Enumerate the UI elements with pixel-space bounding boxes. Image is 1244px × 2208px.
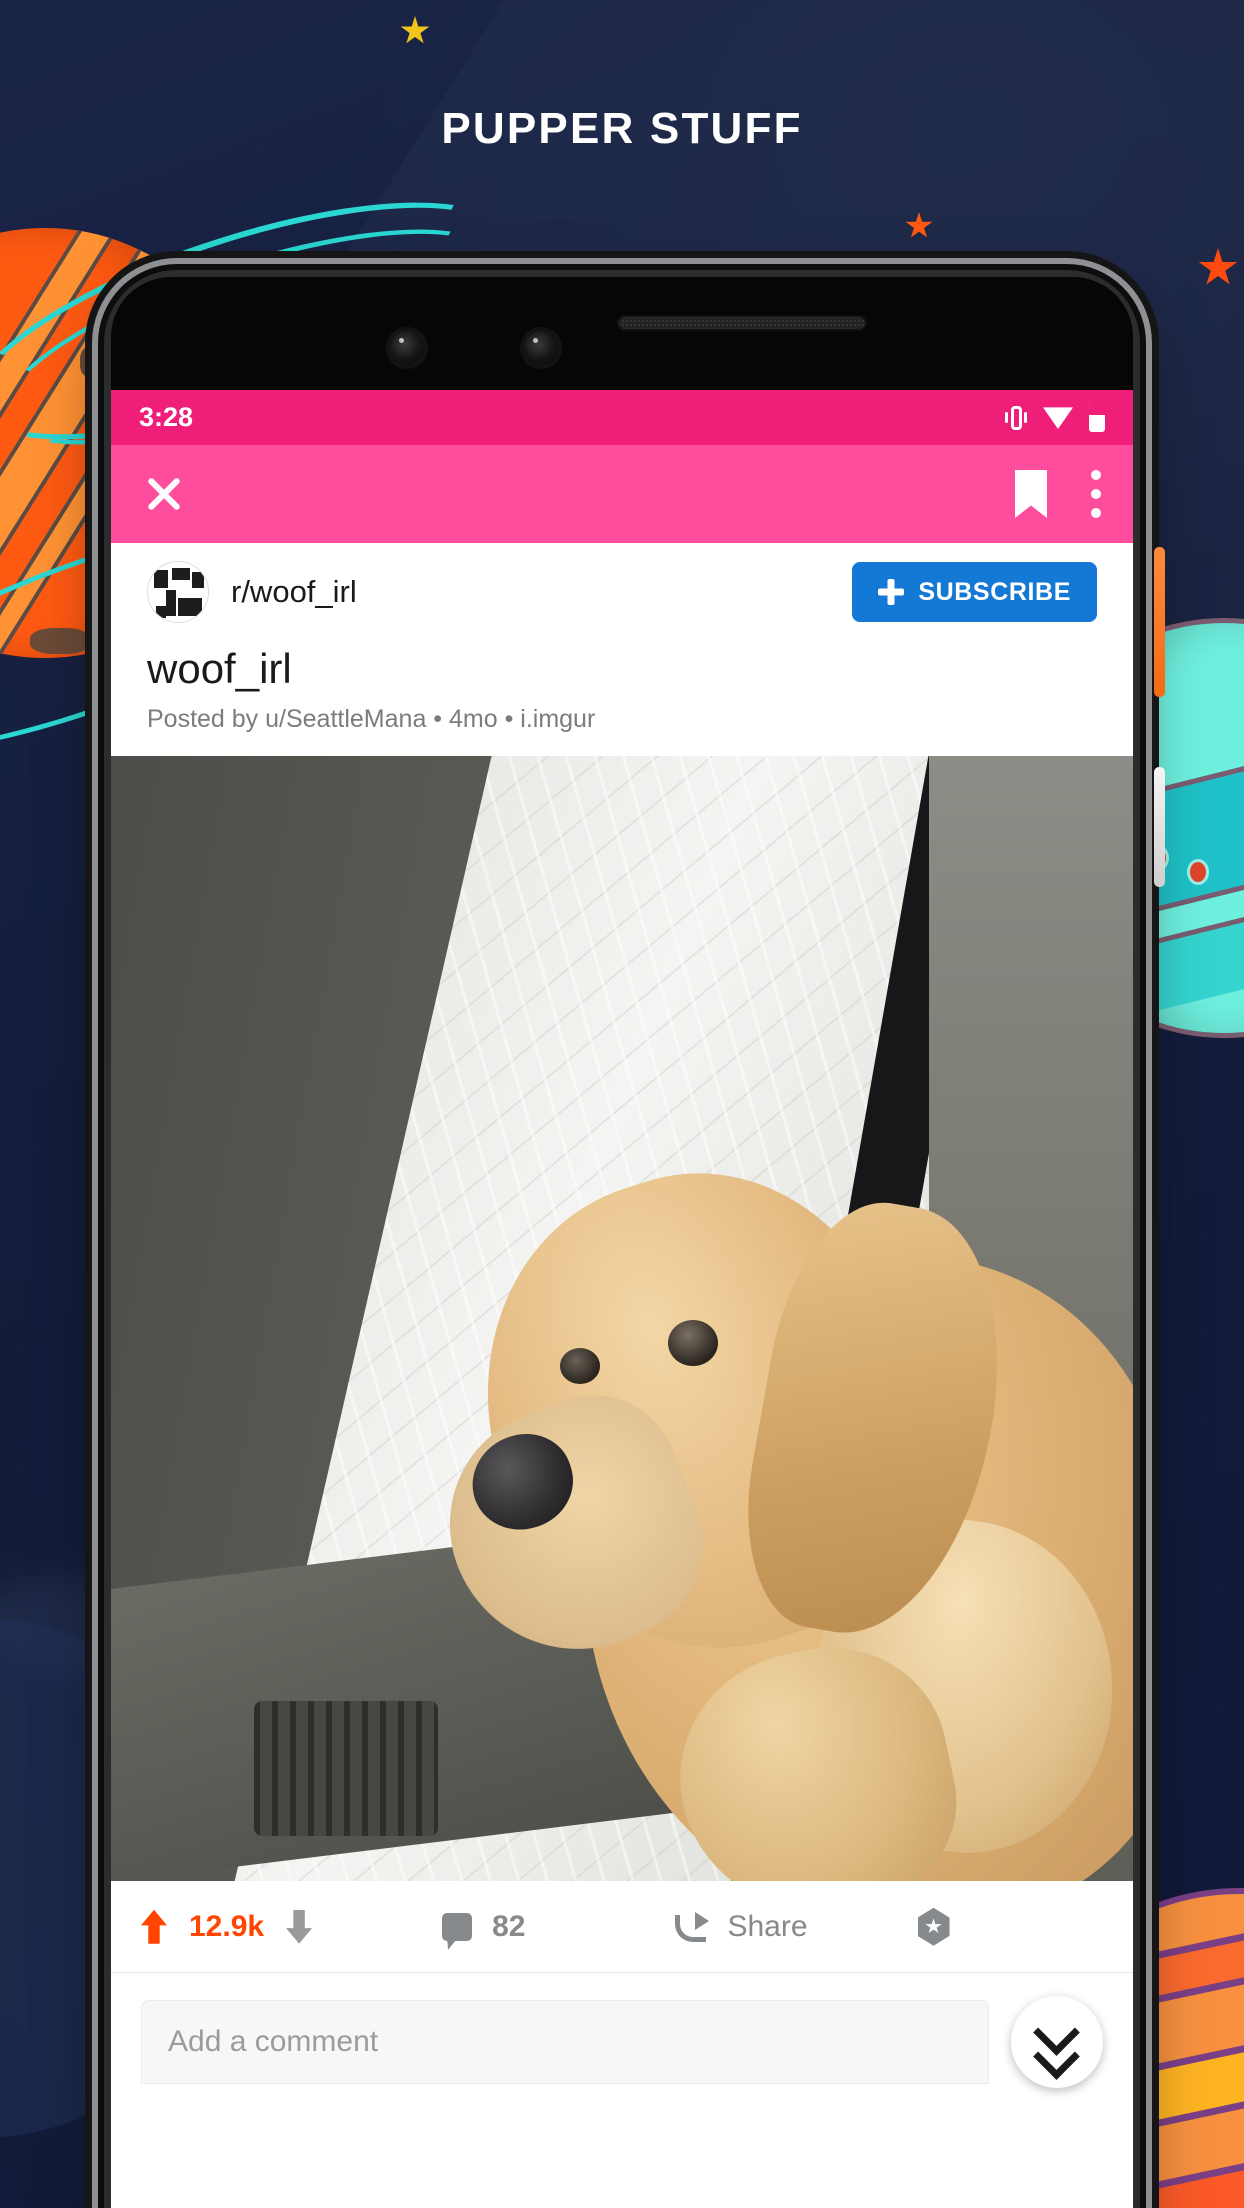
star-orange-top-right bbox=[905, 212, 933, 240]
power-button[interactable] bbox=[1154, 547, 1165, 697]
earpiece-speaker bbox=[617, 315, 867, 331]
award-button[interactable] bbox=[917, 1907, 950, 1946]
subreddit-row: r/woof_irl SUBSCRIBE bbox=[111, 543, 1133, 641]
award-star-icon bbox=[917, 1907, 950, 1946]
subscribe-button[interactable]: SUBSCRIBE bbox=[852, 562, 1097, 622]
vote-count: 12.9k bbox=[189, 1909, 265, 1943]
battery-icon bbox=[1089, 403, 1105, 432]
comment-bar: Add a comment bbox=[111, 1973, 1133, 2094]
share-button[interactable]: Share bbox=[675, 1909, 808, 1944]
app-toolbar bbox=[111, 445, 1133, 543]
post-action-bar: 12.9k 82 Share bbox=[111, 1881, 1133, 1974]
volume-button[interactable] bbox=[1154, 767, 1165, 887]
comment-icon bbox=[442, 1912, 473, 1941]
comment-count: 82 bbox=[492, 1909, 526, 1943]
downvote-button[interactable] bbox=[286, 1909, 313, 1944]
front-camera-icon bbox=[524, 331, 558, 365]
subscribe-button-label: SUBSCRIBE bbox=[918, 577, 1071, 606]
comment-input[interactable]: Add a comment bbox=[141, 2000, 989, 2085]
status-bar-icons bbox=[1005, 403, 1105, 432]
phone-device: 3:28 r/woof_irl SUBSCRIBE woof_irl Poste… bbox=[111, 277, 1165, 2208]
upvote-button[interactable] bbox=[141, 1909, 167, 1944]
plus-icon bbox=[878, 579, 904, 605]
downvote-arrow-icon bbox=[286, 1909, 313, 1944]
wifi-icon bbox=[1043, 407, 1073, 429]
vibrate-icon bbox=[1005, 404, 1027, 432]
bookmark-icon[interactable] bbox=[1015, 470, 1047, 518]
post-header: woof_irl Posted by u/SeattleMana • 4mo •… bbox=[111, 641, 1133, 757]
share-label: Share bbox=[727, 1909, 808, 1943]
subreddit-avatar[interactable] bbox=[147, 561, 209, 623]
front-camera-icon bbox=[390, 331, 424, 365]
comments-button[interactable]: 82 bbox=[442, 1910, 525, 1944]
overflow-menu-icon[interactable] bbox=[1091, 470, 1101, 518]
phone-top-bezel bbox=[111, 277, 1133, 390]
post-meta: Posted by u/SeattleMana • 4mo • i.imgur bbox=[147, 705, 596, 734]
status-bar: 3:28 bbox=[111, 390, 1133, 445]
subreddit-name[interactable]: r/woof_irl bbox=[231, 574, 852, 610]
close-icon[interactable] bbox=[143, 473, 185, 515]
star-orange-edge-right bbox=[1198, 248, 1238, 288]
chevron-down-icon bbox=[1040, 2040, 1074, 2074]
toolbar-right-actions bbox=[1015, 470, 1101, 518]
post-title: woof_irl bbox=[147, 645, 292, 692]
status-bar-clock: 3:28 bbox=[139, 402, 194, 432]
dog-photo-subject bbox=[414, 1122, 1133, 1882]
phone-screen: 3:28 r/woof_irl SUBSCRIBE woof_irl Poste… bbox=[111, 390, 1133, 2208]
car-door-vent bbox=[254, 1701, 439, 1837]
share-icon bbox=[675, 1911, 710, 1942]
page-title: PUPPER STUFF bbox=[441, 104, 803, 153]
upvote-arrow-icon bbox=[141, 1909, 167, 1944]
jump-to-comments-fab[interactable] bbox=[1011, 1996, 1103, 2089]
star-yellow-top bbox=[400, 16, 430, 46]
post-image[interactable] bbox=[111, 756, 1133, 1882]
